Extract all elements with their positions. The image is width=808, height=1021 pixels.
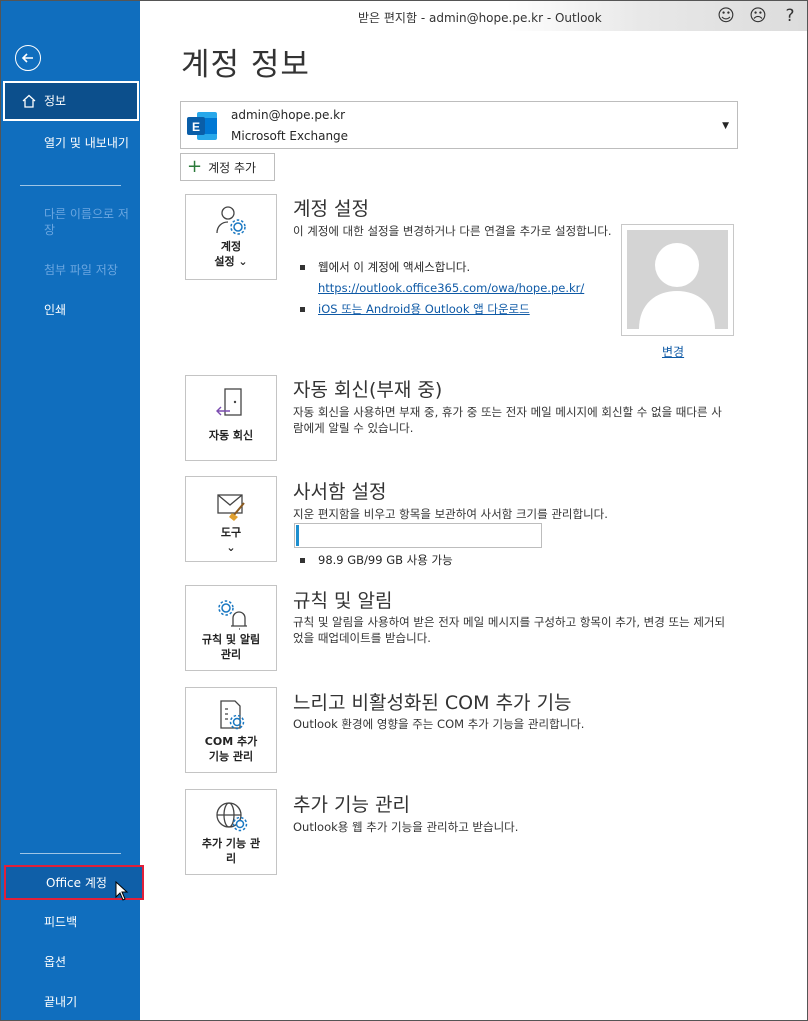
- gear-bell-icon: [218, 600, 247, 630]
- exchange-logo-letter: E: [192, 120, 200, 134]
- sidebar-item-label: 옵션: [44, 955, 67, 969]
- tile-label: 자동 회신: [208, 429, 254, 442]
- tile-label: 관리: [220, 648, 242, 661]
- tile-label: 추가 기능 관: [201, 837, 261, 850]
- back-arrow-icon[interactable]: [15, 45, 41, 71]
- section-desc-com: Outlook 환경에 영향을 주는 COM 추가 기능을 관리합니다.: [293, 717, 585, 731]
- add-account-label: 계정 추가: [208, 160, 257, 175]
- sidebar-divider: [20, 185, 121, 186]
- add-account-button[interactable]: + 계정 추가: [180, 153, 275, 181]
- sidebar-item-label: 첨부 파일 저장: [44, 263, 118, 277]
- owa-link[interactable]: https://outlook.office365.com/owa/hope.p…: [318, 281, 584, 295]
- sidebar-item-label: 피드백: [44, 915, 78, 929]
- sidebar-item-label: 열기 및 내보내기: [44, 136, 129, 150]
- sidebar-item-save-attachment[interactable]: 첨부 파일 저장: [1, 262, 140, 278]
- frown-icon[interactable]: ☹: [747, 6, 769, 26]
- sidebar-item-label: 다른 이름으로 저장: [44, 207, 129, 237]
- section-desc-account-settings: 이 계정에 대한 설정을 변경하거나 다른 연결을 추가로 설정합니다.: [293, 224, 612, 238]
- tile-label: 설정 ⌄: [214, 255, 248, 268]
- mobile-app-link[interactable]: iOS 또는 Android용 Outlook 앱 다운로드: [318, 302, 530, 316]
- section-title-addins: 추가 기능 관리: [293, 794, 410, 816]
- document-gear-icon: [220, 700, 245, 730]
- mouse-cursor-icon: [115, 881, 129, 901]
- page-title: 계정 정보: [181, 47, 310, 83]
- sidebar-item-label: 정보: [44, 94, 67, 108]
- tile-caret: ⌄: [226, 541, 236, 554]
- user-settings-icon: [216, 206, 246, 235]
- account-settings-button[interactable]: 계정 설정 ⌄: [185, 194, 277, 280]
- section-title-com: 느리고 비활성화된 COM 추가 기능: [293, 692, 572, 714]
- mailbox-broom-icon: [217, 494, 245, 521]
- section-title-auto-reply: 자동 회신(부재 중): [293, 379, 443, 401]
- section-desc-mailbox: 지운 편지함을 비우고 항목을 보관하여 사서함 크기를 관리합니다.: [293, 507, 608, 521]
- section-title-account-settings: 계정 설정: [293, 198, 369, 220]
- tile-label: 리: [225, 852, 237, 865]
- mailbox-usage-fill: [296, 525, 299, 546]
- sidebar-item-options[interactable]: 옵션: [1, 954, 140, 970]
- manage-addins-button[interactable]: 추가 기능 관 리: [185, 789, 277, 875]
- mailbox-usage-text: 98.9 GB/99 GB 사용 가능: [298, 550, 453, 571]
- door-arrow-icon: [216, 388, 242, 416]
- sidebar-item-print[interactable]: 인쇄: [1, 302, 140, 318]
- bullet-web-access: 웹에서 이 계정에 액세스합니다.: [298, 257, 584, 278]
- smiley-icon[interactable]: ☺: [715, 6, 737, 26]
- change-photo-link[interactable]: 변경: [662, 343, 684, 360]
- backstage-sidebar: 정보 열기 및 내보내기 다른 이름으로 저장 첨부 파일 저장 인쇄 Offi…: [1, 1, 144, 1020]
- section-title-mailbox: 사서함 설정: [293, 481, 387, 503]
- avatar-silhouette-icon: [639, 243, 715, 329]
- tile-label: 규칙 및 알림: [201, 633, 261, 646]
- plus-icon: +: [187, 156, 203, 177]
- help-icon[interactable]: ?: [779, 6, 801, 26]
- sidebar-item-label: 끝내기: [44, 995, 78, 1009]
- tile-label: 계정: [220, 240, 242, 253]
- home-icon: [22, 94, 36, 108]
- section-desc-addins: Outlook용 웹 추가 기능을 관리하고 받습니다.: [293, 820, 519, 834]
- rules-alerts-button[interactable]: 규칙 및 알림 관리: [185, 585, 277, 671]
- sidebar-item-label: Office 계정: [46, 875, 107, 890]
- section-desc-rules: 규칙 및 알림을 사용하여 받은 전자 메일 메시지를 구성하고 항목이 추가,…: [293, 615, 726, 645]
- sidebar-item-exit[interactable]: 끝내기: [1, 994, 140, 1010]
- tile-label: 도구: [220, 526, 242, 539]
- sidebar-item-info[interactable]: 정보: [3, 81, 139, 121]
- dropdown-caret-icon: ▼: [722, 121, 729, 131]
- window-title: 받은 편지함 - admin@hope.pe.kr - Outlook: [358, 11, 602, 25]
- mailbox-usage-bar: [294, 523, 542, 548]
- tile-label: 기능 관리: [208, 750, 254, 763]
- account-type: Microsoft Exchange: [231, 129, 349, 143]
- com-addins-button[interactable]: COM 추가 기능 관리: [185, 687, 277, 773]
- section-title-rules: 규칙 및 알림: [293, 590, 393, 612]
- profile-photo: [621, 224, 734, 336]
- title-bar: 받은 편지함 - admin@hope.pe.kr - Outlook ☺ ☹ …: [140, 1, 807, 31]
- tile-label: COM 추가: [204, 735, 258, 748]
- exchange-logo-icon: E: [187, 112, 217, 140]
- section-desc-auto-reply: 자동 회신을 사용하면 부재 중, 휴가 중 또는 전자 메일 메시지에 회신할…: [293, 405, 722, 435]
- mailbox-tools-button[interactable]: 도구 ⌄: [185, 476, 277, 562]
- sidebar-item-save-as[interactable]: 다른 이름으로 저장: [1, 206, 140, 238]
- sidebar-item-feedback[interactable]: 피드백: [1, 914, 140, 930]
- sidebar-divider: [20, 853, 121, 854]
- sidebar-item-open-export[interactable]: 열기 및 내보내기: [1, 135, 140, 151]
- account-dropdown[interactable]: E admin@hope.pe.kr Microsoft Exchange ▼: [180, 101, 738, 149]
- sidebar-item-label: 인쇄: [44, 303, 67, 317]
- globe-gear-icon: [216, 802, 248, 832]
- main-content: 계정 정보 E admin@hope.pe.kr Microsoft Excha…: [140, 31, 807, 1020]
- account-email: admin@hope.pe.kr: [231, 108, 346, 122]
- auto-reply-button[interactable]: 자동 회신: [185, 375, 277, 461]
